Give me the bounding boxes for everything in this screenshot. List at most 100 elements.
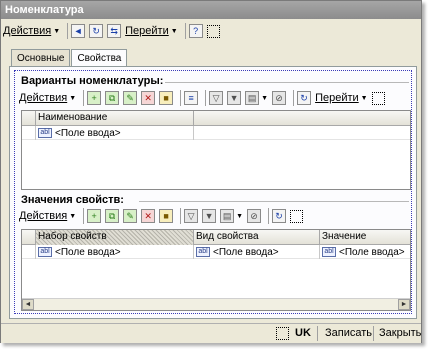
goto-menu-label: Перейти xyxy=(125,25,169,37)
edit-button[interactable]: ✎ xyxy=(123,89,138,107)
refresh-button[interactable]: ↻ xyxy=(89,22,104,40)
add-button[interactable]: + xyxy=(87,89,102,107)
variants-table-header: Наименование xyxy=(22,111,410,126)
close-command[interactable]: Закрыть xyxy=(379,327,421,339)
name-cell-value: <Поле ввода> xyxy=(55,127,121,139)
save-button[interactable]: ■ xyxy=(159,207,174,225)
property-set-cell[interactable]: abl <Поле ввода> xyxy=(36,245,194,259)
table-row[interactable]: abl <Поле ввода> xyxy=(22,126,410,140)
scroll-right-icon[interactable]: ► xyxy=(398,299,410,310)
dropdown-arrow-icon: ▼ xyxy=(69,212,77,220)
properties-table: Набор свойств Вид свойства Значение abl … xyxy=(21,229,411,311)
variants-goto-label: Перейти xyxy=(315,92,359,104)
dropdown-arrow-icon: ▼ xyxy=(236,212,244,220)
actions-menu[interactable]: Действия ▼ xyxy=(3,22,60,40)
add-row-icon: + xyxy=(87,91,102,105)
dropdown-arrow-icon: ▼ xyxy=(170,27,178,35)
filter-list-button[interactable]: ▤ ▼ xyxy=(245,89,268,107)
delete-row-icon: ✕ xyxy=(141,91,156,105)
filter-button[interactable]: ▽ xyxy=(209,89,224,107)
value-cell-value: <Поле ввода> xyxy=(339,246,405,258)
filter-value-icon: ▼ xyxy=(227,91,242,105)
save-button[interactable]: ■ xyxy=(159,89,174,107)
status-bar: UK Записать Закрыть xyxy=(1,323,421,343)
hierarchy-icon: ≡ xyxy=(184,91,199,105)
filter-value-button[interactable]: ▼ xyxy=(227,89,242,107)
variants-title: Варианты номенклатуры: xyxy=(21,75,164,87)
dotted-placeholder-button[interactable] xyxy=(206,22,220,40)
column-header-property-set[interactable]: Набор свойств xyxy=(36,230,194,245)
text-field-icon: abl xyxy=(196,247,210,257)
refresh-icon: ↻ xyxy=(272,209,287,223)
variants-refresh-button[interactable]: ↻ xyxy=(297,89,312,107)
tab-main[interactable]: Основные xyxy=(11,49,71,67)
name-cell[interactable]: abl <Поле ввода> xyxy=(36,126,194,140)
language-indicator[interactable]: UK xyxy=(295,327,311,339)
filter-value-button[interactable]: ▼ xyxy=(202,207,217,225)
tab-bar: Основные Свойства xyxy=(11,49,128,68)
save-command[interactable]: Записать xyxy=(325,327,372,339)
goto-menu[interactable]: Перейти ▼ xyxy=(125,22,178,40)
copy-button[interactable]: ⧉ xyxy=(105,89,120,107)
variants-actions-label: Действия xyxy=(19,92,68,104)
delete-button[interactable]: ✕ xyxy=(141,207,156,225)
variants-dotted-button[interactable] xyxy=(371,89,385,107)
dotted-square-icon xyxy=(371,91,385,105)
variants-table: Наименование abl <Поле ввода> xyxy=(21,110,411,190)
properties-dotted-button[interactable] xyxy=(290,207,304,225)
dropdown-arrow-icon: ▼ xyxy=(360,94,368,102)
variants-goto-menu[interactable]: Перейти ▼ xyxy=(315,89,368,107)
column-header-empty xyxy=(194,111,410,126)
property-kind-cell[interactable]: abl <Поле ввода> xyxy=(194,245,320,259)
scroll-left-icon[interactable]: ◄ xyxy=(22,299,34,310)
horizontal-scrollbar[interactable]: ◄ ► xyxy=(22,298,410,310)
column-header-name[interactable]: Наименование xyxy=(36,111,194,126)
hierarchy-button[interactable]: ≡ xyxy=(184,89,199,107)
delete-row-icon: ✕ xyxy=(141,209,156,223)
properties-panel: Варианты номенклатуры: Действия ▼ + ⧉ ✎ … xyxy=(14,70,412,314)
variants-actions-menu[interactable]: Действия ▼ xyxy=(19,89,76,107)
delete-button[interactable]: ✕ xyxy=(141,89,156,107)
clear-filter-icon: ⊘ xyxy=(247,209,262,223)
property-set-value: <Поле ввода> xyxy=(55,246,121,258)
value-cell[interactable]: abl <Поле ввода> xyxy=(320,245,410,259)
refresh-icon: ↻ xyxy=(89,24,104,38)
properties-actions-menu[interactable]: Действия ▼ xyxy=(19,207,76,225)
table-row[interactable]: abl <Поле ввода> abl <Поле ввода> abl <П… xyxy=(22,245,410,259)
arrow-left-icon: ◄ xyxy=(71,24,86,38)
row-marker xyxy=(22,245,36,259)
dotted-square-icon[interactable] xyxy=(276,327,289,340)
structure-icon: ⇆ xyxy=(107,24,122,38)
toolbar-separator xyxy=(268,208,270,224)
group-divider xyxy=(139,201,409,202)
save-icon: ■ xyxy=(159,209,174,223)
add-button[interactable]: + xyxy=(87,207,102,225)
empty-cell xyxy=(194,126,410,140)
toolbar-separator xyxy=(184,23,186,39)
column-header-value[interactable]: Значение xyxy=(320,230,410,245)
text-field-icon: abl xyxy=(38,128,52,138)
copy-button[interactable]: ⧉ xyxy=(105,207,120,225)
properties-refresh-button[interactable]: ↻ xyxy=(272,207,287,225)
clear-filter-button[interactable]: ⊘ xyxy=(247,207,262,225)
variants-toolbar: Действия ▼ + ⧉ ✎ ✕ ■ ≡ ▽ ▼ ▤ ▼ ⊘ ↻ Перей… xyxy=(19,87,411,109)
filter-button[interactable]: ▽ xyxy=(184,207,199,225)
column-header-property-kind[interactable]: Вид свойства xyxy=(194,230,320,245)
edit-button[interactable]: ✎ xyxy=(123,207,138,225)
help-button[interactable]: ? xyxy=(188,22,203,40)
main-toolbar: Действия ▼ ◄ ↻ ⇆ Перейти ▼ ? xyxy=(3,20,419,42)
back-button[interactable]: ◄ xyxy=(71,22,86,40)
window-title: Номенклатура xyxy=(1,1,421,19)
filter-list-button[interactable]: ▤ ▼ xyxy=(220,207,243,225)
edit-row-icon: ✎ xyxy=(123,209,138,223)
refresh-icon: ↻ xyxy=(297,91,312,105)
clear-filter-button[interactable]: ⊘ xyxy=(272,89,287,107)
dropdown-arrow-icon: ▼ xyxy=(261,94,269,102)
structure-button[interactable]: ⇆ xyxy=(107,22,122,40)
copy-row-icon: ⧉ xyxy=(105,91,120,105)
properties-table-header: Набор свойств Вид свойства Значение xyxy=(22,230,410,245)
toolbar-separator xyxy=(67,23,69,39)
filter-icon: ▽ xyxy=(184,209,199,223)
properties-tab-page: Варианты номенклатуры: Действия ▼ + ⧉ ✎ … xyxy=(9,66,417,319)
properties-actions-label: Действия xyxy=(19,210,68,222)
